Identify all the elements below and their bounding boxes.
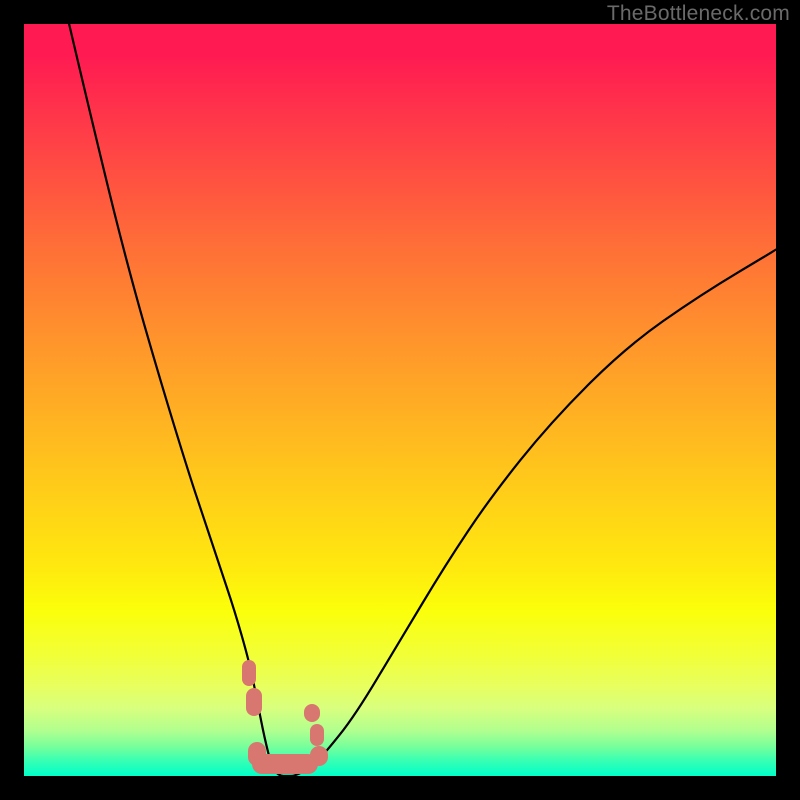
bottleneck-curve xyxy=(24,24,776,776)
curve-marker-right-lower xyxy=(310,724,324,746)
curve-marker-left-upper xyxy=(242,660,256,686)
curve-path xyxy=(69,24,776,776)
curve-valley-left-foot xyxy=(248,742,266,766)
curve-valley-right-foot xyxy=(310,746,328,766)
curve-marker-right-upper xyxy=(304,704,320,722)
curve-marker-left-lower xyxy=(246,688,262,716)
chart-plot-area xyxy=(24,24,776,776)
watermark-text: TheBottleneck.com xyxy=(607,2,790,26)
